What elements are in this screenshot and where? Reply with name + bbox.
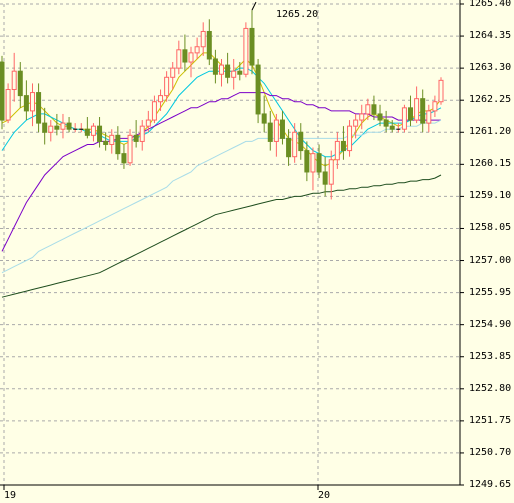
- candle-body: [426, 110, 432, 124]
- y-tick-label: 1264.35: [469, 30, 512, 42]
- candle-body: [84, 128, 90, 136]
- y-tick-label: 1258.05: [469, 222, 512, 234]
- candle-body: [231, 70, 237, 78]
- candle-body: [90, 125, 96, 136]
- y-tick-label: 1255.95: [469, 286, 512, 298]
- candle-body: [164, 76, 170, 97]
- candle-body: [273, 119, 279, 142]
- candle-body: [145, 119, 151, 127]
- candle-body: [237, 70, 243, 75]
- candle-body: [359, 113, 365, 121]
- candle-body: [225, 64, 231, 78]
- candle-body: [310, 153, 316, 173]
- candle-body: [158, 95, 164, 103]
- candle-body: [347, 125, 353, 152]
- candle-body: [316, 153, 322, 173]
- candle-body: [255, 64, 261, 115]
- candle-body: [97, 125, 103, 142]
- y-tick-label: 1259.10: [469, 190, 512, 202]
- candle-body: [438, 79, 444, 103]
- high-price-annotation: 1265.20: [276, 9, 319, 20]
- candle-body: [420, 98, 426, 124]
- candle-body: [176, 49, 182, 69]
- candle-body: [133, 134, 139, 142]
- moving-average-line: [1, 174, 442, 298]
- candle-body: [401, 107, 407, 130]
- candle-body: [17, 70, 23, 97]
- y-tick-label: 1265.40: [469, 0, 512, 9]
- candle-body: [243, 27, 249, 75]
- high-marker: [251, 1, 257, 11]
- candle-body: [188, 52, 194, 63]
- y-tick-label: 1250.70: [469, 446, 512, 458]
- y-tick-label: 1249.65: [469, 479, 512, 490]
- candle-body: [212, 58, 218, 75]
- candle-body: [170, 67, 176, 78]
- candle-body: [286, 137, 292, 158]
- y-tick-label: 1252.80: [469, 382, 512, 394]
- chart-plot-area: [0, 0, 464, 490]
- candle-body: [408, 107, 414, 121]
- candle-body: [11, 70, 17, 91]
- candle-body: [249, 27, 255, 66]
- candle-body: [383, 119, 389, 127]
- candle-body: [194, 46, 200, 54]
- candle-body: [328, 159, 334, 185]
- candle-body: [151, 101, 157, 121]
- candle-body: [54, 125, 60, 130]
- candle-body: [292, 131, 298, 158]
- candle-body: [121, 153, 127, 164]
- candle-body: [340, 140, 346, 152]
- candle-body: [115, 134, 121, 155]
- candle-body: [66, 122, 72, 130]
- candle-body: [23, 95, 29, 112]
- candle-body: [29, 92, 35, 112]
- x-tick-label: 20: [318, 490, 331, 501]
- price-chart: 1265.20 1265.40 1264.35 1263.30 1262.25 1261…: [0, 0, 514, 503]
- candle-body: [5, 89, 11, 121]
- candle-body: [371, 104, 377, 115]
- candle-body: [322, 171, 328, 185]
- candle-body: [389, 125, 395, 130]
- candle-body: [60, 122, 66, 130]
- candle-body: [365, 104, 371, 115]
- candle-body: [48, 125, 54, 133]
- y-tick-label: 1253.85: [469, 350, 512, 362]
- candle-body: [432, 101, 438, 112]
- y-tick-label: 1254.90: [469, 318, 512, 330]
- candle-body: [334, 140, 340, 161]
- candle-body: [414, 98, 420, 121]
- y-tick-label: 1251.75: [469, 414, 512, 426]
- y-tick-label: 1263.30: [469, 62, 512, 74]
- candle-body: [298, 131, 304, 152]
- candle-body: [109, 134, 115, 145]
- candle-body: [139, 125, 145, 142]
- moving-average-line: [1, 92, 441, 252]
- candle-body: [36, 92, 42, 124]
- candle-body: [353, 119, 359, 127]
- candle-body: [219, 64, 224, 75]
- candle-body: [127, 134, 133, 164]
- candle-body: [377, 113, 383, 121]
- candle-body: [267, 122, 273, 142]
- candle-body: [42, 122, 48, 133]
- candle-body: [103, 140, 109, 145]
- candle-body: [261, 113, 267, 124]
- candle-body: [0, 61, 5, 121]
- candle-body: [206, 30, 212, 60]
- candle-body: [200, 30, 206, 48]
- candle-body: [279, 119, 285, 139]
- y-tick-label: 1257.00: [469, 254, 512, 266]
- y-tick-label: 1262.25: [469, 94, 512, 106]
- y-tick-label: 1260.15: [469, 158, 512, 170]
- y-tick-label: 1261.20: [469, 126, 512, 138]
- candle-body: [304, 150, 310, 173]
- candle-body: [182, 49, 188, 63]
- x-tick-label: 19: [4, 490, 17, 501]
